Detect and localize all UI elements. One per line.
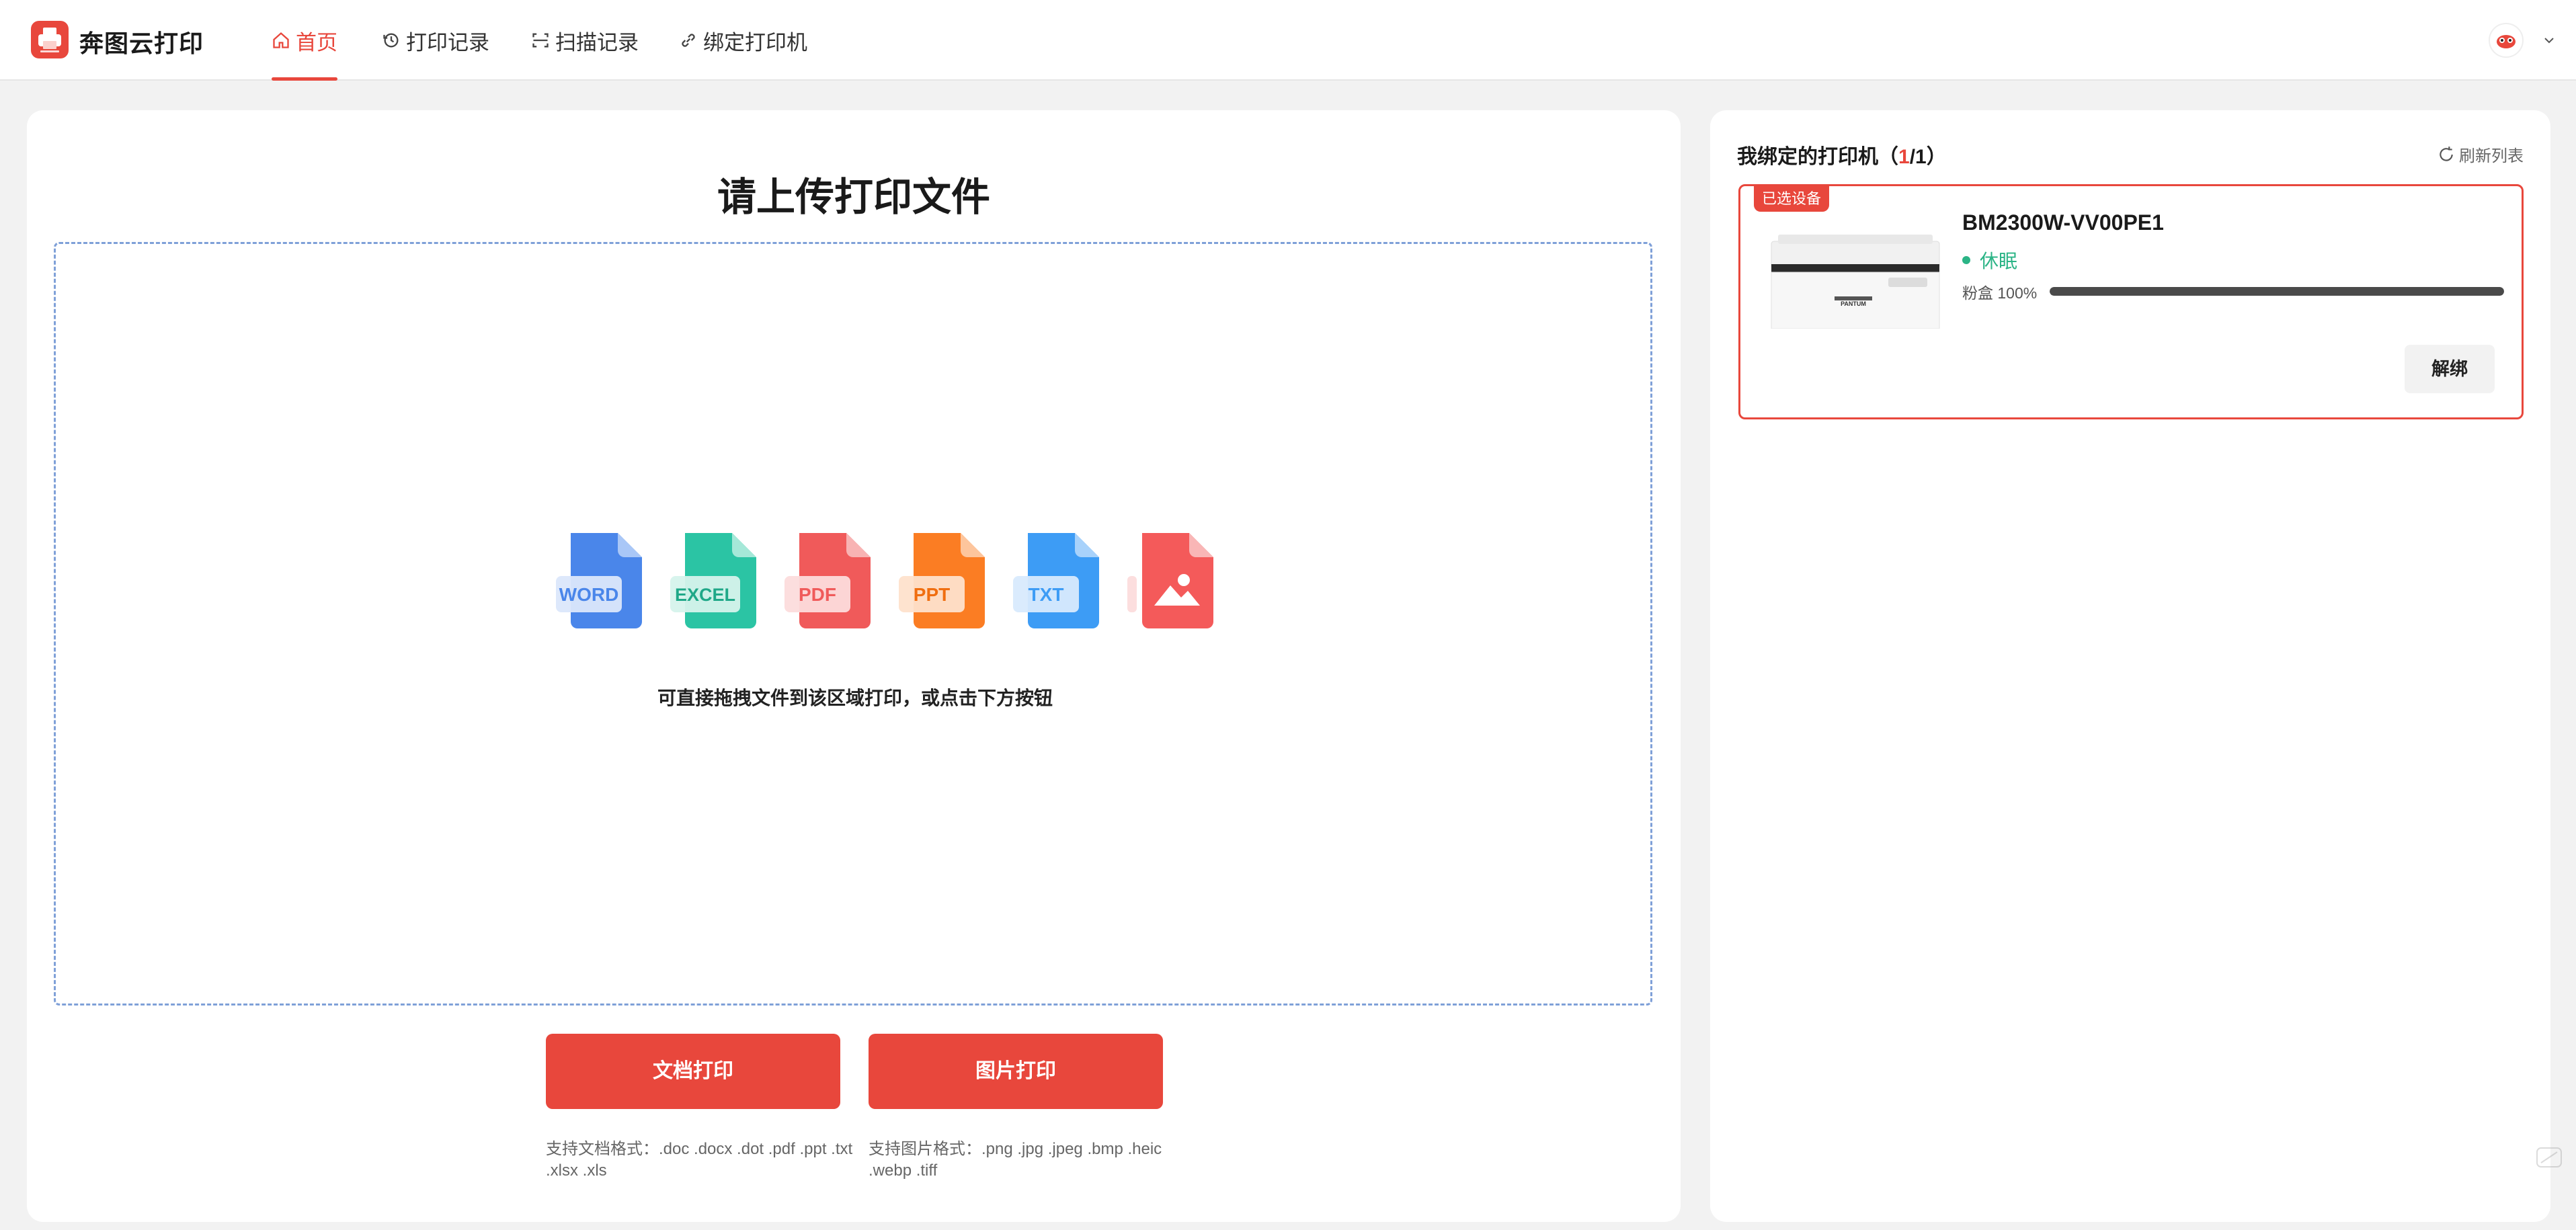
svg-text:PDF: PDF [799,584,836,605]
printer-status-label: 休眠 [1980,251,2018,272]
upload-title: 请上传打印文件 [717,175,990,219]
selected-device-tag: 已选设备 [1754,186,1830,212]
ppt-file-icon: PPT [899,533,985,628]
printer-image: PANTUM [1771,235,1940,329]
title-suffix: /1） [1909,146,1947,168]
refresh-list-button[interactable]: 刷新列表 [2438,142,2524,166]
printer-logo-icon [38,28,61,52]
file-dropzone[interactable]: WORD EXCEL PDF PPT TXT 可直接拖拽文件到该区域打印，或点击… [54,242,1652,1006]
toner-label: 粉盒 100% [1962,284,2038,302]
refresh-icon [2440,146,2453,161]
toner-level-fill [2050,287,2504,296]
printer-name: BM2300W-VV00PE1 [1962,210,2164,235]
svg-text:TXT: TXT [1029,584,1064,605]
home-icon [273,32,289,48]
user-avatar[interactable] [2489,23,2524,58]
bound-printers-title: 我绑定的打印机（1/1） [1737,140,1947,169]
status-dot [1962,256,1970,264]
dropzone-hint: 可直接拖拽文件到该区域打印，或点击下方按钮 [657,688,1053,708]
avatar-icon [2497,35,2515,48]
document-print-button[interactable]: 文档打印 [546,1034,840,1109]
scan-icon [532,33,549,48]
nav-home-label: 首页 [296,30,337,54]
title-prefix: 我绑定的打印机（ [1737,146,1898,168]
excel-file-icon: EXCEL [670,533,756,628]
nav-scan-history[interactable]: 扫描记录 [531,0,639,81]
bound-printers-panel: 我绑定的打印机（1/1） 刷新列表 已选设备 PANTUM BM2300W-VV… [1710,110,2550,1222]
nav-bind-printer-label: 绑定打印机 [703,30,807,54]
watermark-icon [2536,1147,2562,1167]
svg-text:PPT: PPT [914,584,950,605]
top-header: 奔图云打印 首页 打印记录 扫描记录 绑定打印机 [0,0,2576,81]
history-icon [383,33,399,48]
printer-card[interactable]: 已选设备 PANTUM BM2300W-VV00PE1 休眠 粉盒 100% 解… [1738,184,2524,419]
svg-text:WORD: WORD [559,584,619,605]
image-formats-text: 支持图片格式：.png .jpg .jpeg .bmp .heic .webp … [869,1140,1162,1180]
chevron-down-icon[interactable] [2541,32,2557,48]
app-logo[interactable] [31,21,69,58]
link-icon [682,34,695,47]
nav-home[interactable]: 首页 [272,0,337,81]
nav-active-indicator [272,77,337,81]
unbind-button[interactable]: 解绑 [2405,345,2495,393]
svg-text:EXCEL: EXCEL [675,585,735,605]
nav-print-history-label: 打印记录 [406,30,489,54]
nav-scan-history-label: 扫描记录 [555,30,639,54]
word-file-icon: WORD [556,533,642,628]
image-file-icon [1127,533,1213,628]
refresh-list-label: 刷新列表 [2459,147,2524,165]
upload-panel: 请上传打印文件 WORD EXCEL PDF PPT TXT 可直接拖拽文件到该… [27,110,1681,1222]
nav-print-history[interactable]: 打印记录 [382,0,489,81]
image-print-button[interactable]: 图片打印 [869,1034,1163,1109]
pdf-file-icon: PDF [784,533,871,628]
svg-text:PANTUM: PANTUM [1841,300,1866,307]
nav-bind-printer[interactable]: 绑定打印机 [679,0,807,81]
bound-count: 1 [1898,146,1910,168]
document-formats-text: 支持文档格式：.doc .docx .dot .pdf .ppt .txt .x… [546,1140,853,1180]
app-brand: 奔图云打印 [79,30,204,57]
printer-status: 休眠 [1962,247,2017,274]
file-type-icons: WORD EXCEL PDF PPT TXT [556,533,1228,634]
txt-file-icon: TXT [1013,533,1099,628]
toner-level-bar [2050,287,2504,296]
